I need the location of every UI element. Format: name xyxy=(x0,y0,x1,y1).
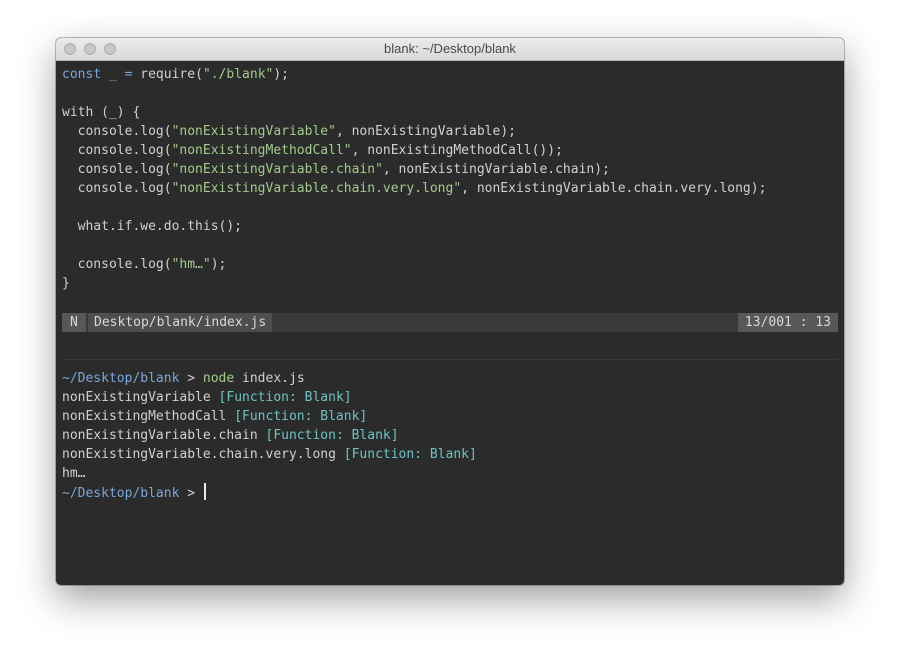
output-line: nonExistingVariable.chain [Function: Bla… xyxy=(62,426,838,445)
prompt-symbol: > xyxy=(179,486,203,501)
code-line-token: console.log( xyxy=(62,143,172,158)
code-line-token: console.log( xyxy=(62,257,172,272)
code-line-token xyxy=(101,67,109,82)
output-line-token: [Function: Blank] xyxy=(343,447,477,462)
terminal-window: blank: ~/Desktop/blank const _ = require… xyxy=(56,38,844,585)
code-line-token: ); xyxy=(273,67,290,82)
output-line: nonExistingVariable.chain.very.long [Fun… xyxy=(62,445,838,464)
pane-divider xyxy=(62,359,838,360)
vim-mode-indicator: N xyxy=(62,313,86,332)
code-line: console.log("hm…"); xyxy=(62,255,838,274)
code-line-token: } xyxy=(62,276,70,291)
output-line: nonExistingMethodCall [Function: Blank] xyxy=(62,407,838,426)
window-title: blank: ~/Desktop/blank xyxy=(384,41,516,56)
code-line: what.if.we.do.this(); xyxy=(62,217,838,236)
shell-output[interactable]: ~/Desktop/blank > node index.js nonExisti… xyxy=(62,369,838,502)
code-line: console.log("nonExistingVariable.chain",… xyxy=(62,160,838,179)
code-line: console.log("nonExistingVariable.chain.v… xyxy=(62,179,838,198)
code-line: console.log("nonExistingVariable", nonEx… xyxy=(62,122,838,141)
code-line: console.log("nonExistingMethodCall", non… xyxy=(62,141,838,160)
code-line-token: "./blank" xyxy=(202,67,274,82)
output-line-token: nonExistingVariable.chain.very.long xyxy=(62,447,344,462)
statusline-cursor-position: 13/001 : 13 xyxy=(737,313,838,332)
output-line-token: node xyxy=(202,371,235,386)
code-line-token: "nonExistingVariable.chain" xyxy=(171,162,383,177)
code-line-token: "nonExistingMethodCall" xyxy=(171,143,352,158)
code-line-token: what.if.we.do.this(); xyxy=(62,219,243,234)
code-line-token: "nonExistingVariable" xyxy=(171,124,336,139)
output-line-token: [Function: Blank] xyxy=(218,390,352,405)
output-line: ~/Desktop/blank > node index.js xyxy=(62,369,838,388)
vim-statusline: N Desktop/blank/index.js 13/001 : 13 xyxy=(62,313,838,332)
editor-buffer[interactable]: const _ = require("./blank"); with (_) { … xyxy=(62,65,838,293)
statusline-filename: Desktop/blank/index.js xyxy=(88,313,273,332)
code-line-token: console.log( xyxy=(62,162,172,177)
output-line-token: ~/Desktop/blank xyxy=(62,371,180,386)
code-line: const _ = require("./blank"); xyxy=(62,65,838,84)
code-line-token: require( xyxy=(132,67,203,82)
code-line: } xyxy=(62,274,838,293)
title-bar: blank: ~/Desktop/blank xyxy=(56,38,844,61)
code-line-token: const xyxy=(62,67,102,82)
output-line-token: nonExistingMethodCall xyxy=(62,409,235,424)
output-line-token: [Function: Blank] xyxy=(234,409,368,424)
prompt-path: ~/Desktop/blank xyxy=(62,486,180,501)
output-line-token: nonExistingVariable.chain xyxy=(62,428,266,443)
output-line-token: [Function: Blank] xyxy=(265,428,399,443)
code-line-token: "nonExistingVariable.chain.very.long" xyxy=(171,181,462,196)
code-line-token: _ xyxy=(108,67,117,82)
code-line-token xyxy=(117,67,125,82)
output-line: hm… xyxy=(62,464,838,483)
output-line: nonExistingVariable [Function: Blank] xyxy=(62,388,838,407)
code-line-token: ); xyxy=(210,257,227,272)
output-line-token: index.js xyxy=(234,371,305,386)
output-line-token: nonExistingVariable xyxy=(62,390,219,405)
output-line-token: > xyxy=(179,371,203,386)
shell-prompt-line[interactable]: ~/Desktop/blank > xyxy=(62,483,838,502)
code-line-token: with (_) { xyxy=(62,105,141,120)
code-line-token: , nonExistingVariable); xyxy=(335,124,516,139)
code-line-token: console.log( xyxy=(62,124,172,139)
code-line-token: , nonExistingVariable.chain); xyxy=(382,162,610,177)
code-line: with (_) { xyxy=(62,103,838,122)
code-line-token: "hm…" xyxy=(171,257,211,272)
code-line-token: , nonExistingVariable.chain.very.long); xyxy=(461,181,767,196)
code-line-token: , nonExistingMethodCall()); xyxy=(351,143,563,158)
output-line-token: hm… xyxy=(62,466,86,481)
text-cursor xyxy=(203,483,206,500)
code-line-token: console.log( xyxy=(62,181,172,196)
